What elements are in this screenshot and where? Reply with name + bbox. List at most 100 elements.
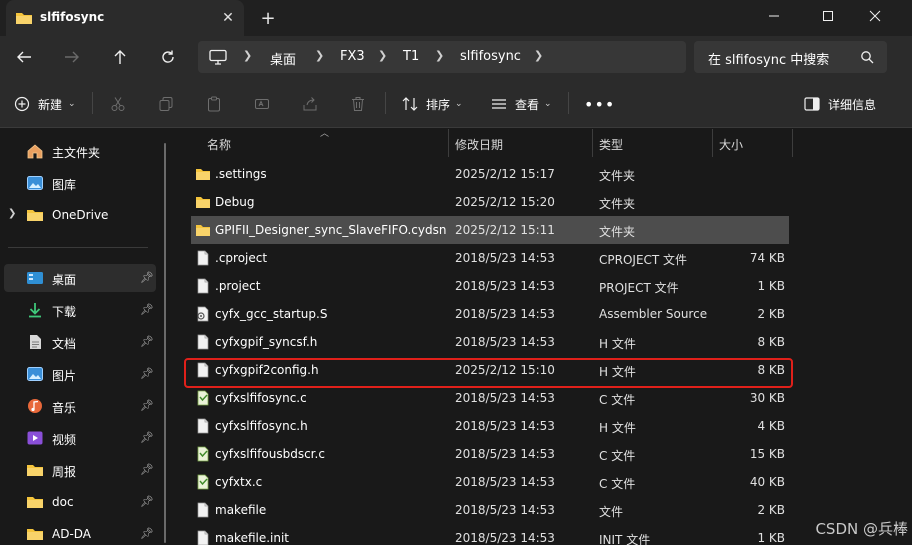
breadcrumb-fx3[interactable]: FX3: [340, 49, 365, 64]
pin-icon[interactable]: 📌︎: [140, 335, 154, 348]
file-type: Assembler Source: [599, 307, 708, 321]
share-icon[interactable]: [302, 92, 318, 116]
rename-icon[interactable]: [254, 92, 270, 116]
chevron-right-icon[interactable]: ❯: [534, 49, 543, 62]
search-icon[interactable]: [860, 50, 874, 67]
address-bar[interactable]: ❯ 桌面 ❯ FX3 ❯ T1 ❯ slfifosync ❯: [198, 41, 686, 73]
file-row[interactable]: cyfxslfifosync.c 2018/5/23 14:53 C 文件 30 KB: [191, 384, 789, 412]
file-row[interactable]: cyfxtx.c 2018/5/23 14:53 C 文件 40 KB: [191, 468, 789, 496]
breadcrumb-slfifosync[interactable]: slfifosync: [460, 49, 521, 64]
file-row[interactable]: .project 2018/5/23 14:53 PROJECT 文件 1 KB: [191, 272, 789, 300]
file-date: 2018/5/23 14:53: [455, 335, 555, 349]
column-type-header[interactable]: 类型: [599, 136, 623, 153]
command-bar: 新建 ⌄ 排序 ⌄ 查看 ⌄ ••• 详细信息: [0, 78, 912, 128]
sidebar-item-ad-da[interactable]: AD-DA 📌︎: [0, 520, 158, 545]
file-row[interactable]: .cproject 2018/5/23 14:53 CPROJECT 文件 74 KB: [191, 244, 789, 272]
column-date-header[interactable]: 修改日期: [455, 136, 503, 153]
file-name: cyfxslfifosync.h: [215, 419, 308, 433]
file-row[interactable]: makefile 2018/5/23 14:53 文件 2 KB: [191, 496, 789, 524]
file-icon: [195, 362, 211, 378]
file-name: GPIFII_Designer_sync_SlaveFIFO.cydsn: [215, 223, 447, 237]
new-button[interactable]: 新建 ⌄: [14, 92, 76, 116]
file-row[interactable]: cyfxslfifosync.h 2018/5/23 14:53 H 文件 4 KB: [191, 412, 789, 440]
column-divider[interactable]: [592, 129, 593, 157]
file-row[interactable]: cyfx_gcc_startup.S 2018/5/23 14:53 Assembl…: [191, 300, 789, 328]
sidebar-item-documents[interactable]: 文档 📌︎: [0, 328, 158, 356]
column-name-header[interactable]: 名称: [207, 136, 231, 153]
breadcrumb-t1[interactable]: T1: [403, 49, 419, 64]
forward-arrow-icon[interactable]: [57, 43, 87, 71]
pin-icon[interactable]: 📌︎: [140, 463, 154, 476]
delete-icon[interactable]: [350, 92, 366, 116]
chevron-right-icon[interactable]: ❯: [315, 49, 324, 62]
pin-icon[interactable]: 📌︎: [140, 303, 154, 316]
file-row[interactable]: cyfxslfifousbdscr.c 2018/5/23 14:53 C 文件 15…: [191, 440, 789, 468]
file-name: cyfxgpif2config.h: [215, 363, 319, 377]
file-type: 文件夹: [599, 197, 636, 211]
file-row[interactable]: makefile.init 2018/5/23 14:53 INIT 文件 1 KB: [191, 524, 789, 545]
sidebar-item-doc[interactable]: doc 📌︎: [0, 488, 158, 516]
refresh-icon[interactable]: [153, 43, 183, 71]
plus-circle-icon: [14, 96, 30, 112]
sidebar-scrollbar[interactable]: [164, 143, 166, 543]
column-size-header[interactable]: 大小: [719, 136, 743, 153]
chevron-right-icon[interactable]: ❯: [378, 49, 387, 62]
pin-icon[interactable]: 📌︎: [140, 527, 154, 540]
more-options-icon[interactable]: •••: [584, 92, 615, 116]
sidebar-item-videos[interactable]: 视频 📌︎: [0, 424, 158, 452]
folder-icon: [26, 526, 44, 542]
pin-icon[interactable]: 📌︎: [140, 399, 154, 412]
sidebar-item-downloads[interactable]: 下载 📌︎: [0, 296, 158, 324]
cut-icon[interactable]: [110, 92, 126, 116]
file-icon: [195, 530, 211, 545]
pin-icon[interactable]: 📌︎: [140, 431, 154, 444]
pin-icon[interactable]: 📌︎: [140, 367, 154, 380]
file-icon: [195, 278, 211, 294]
sidebar-item-desktop[interactable]: 桌面 📌︎: [4, 264, 156, 292]
close-icon[interactable]: ✕: [216, 6, 240, 30]
file-row[interactable]: Debug 2025/2/12 15:20 文件夹: [191, 188, 789, 216]
chevron-right-icon[interactable]: ❯: [435, 49, 444, 62]
sort-button[interactable]: 排序 ⌄: [402, 92, 463, 116]
file-row[interactable]: cyfxgpif_syncsf.h 2018/5/23 14:53 H 文件 8 KB: [191, 328, 789, 356]
maximize-icon[interactable]: [805, 0, 851, 32]
sidebar-item-gallery[interactable]: 图库: [0, 169, 158, 197]
search-input[interactable]: 在 slfifosync 中搜索: [708, 49, 829, 68]
file-name: makefile.init: [215, 531, 290, 545]
file-row[interactable]: .settings 2025/2/12 15:17 文件夹: [191, 160, 789, 188]
view-button[interactable]: 查看 ⌄: [491, 92, 552, 116]
chevron-right-icon[interactable]: ❯: [8, 208, 16, 219]
pin-icon[interactable]: 📌︎: [140, 271, 154, 284]
back-arrow-icon[interactable]: [9, 43, 39, 71]
file-type: C 文件: [599, 449, 636, 463]
file-row[interactable]: cyfxgpif2config.h 2025/2/12 15:10 H 文件 8 KB: [191, 356, 789, 384]
window-close-icon[interactable]: [852, 0, 898, 32]
breadcrumb-desktop[interactable]: 桌面: [270, 49, 296, 68]
file-row[interactable]: GPIFII_Designer_sync_SlaveFIFO.cydsn 2025…: [191, 216, 789, 244]
sidebar-item-label: 文档: [52, 337, 77, 351]
file-size: 15 KB: [749, 447, 785, 461]
chevron-right-icon[interactable]: ❯: [243, 49, 252, 62]
file-date: 2018/5/23 14:53: [455, 531, 555, 545]
plus-icon[interactable]: +: [256, 6, 280, 30]
column-divider[interactable]: [792, 129, 793, 157]
sidebar-item-weekly-report[interactable]: 周报 📌︎: [0, 456, 158, 484]
sidebar-item-pictures[interactable]: 图片 📌︎: [0, 360, 158, 388]
file-date: 2025/2/12 15:10: [455, 363, 555, 377]
paste-icon[interactable]: [206, 92, 222, 116]
details-button[interactable]: 详细信息: [804, 92, 876, 116]
sidebar-item-music[interactable]: 音乐 📌︎: [0, 392, 158, 420]
minimize-icon[interactable]: [751, 0, 797, 32]
column-divider[interactable]: [448, 129, 449, 157]
sidebar-item-onedrive[interactable]: ❯ OneDrive: [0, 201, 158, 229]
sidebar-item-label: 下载: [52, 305, 77, 319]
sidebar-item-home[interactable]: 主文件夹: [0, 137, 158, 165]
computer-icon[interactable]: [209, 49, 227, 68]
search-box[interactable]: 在 slfifosync 中搜索: [694, 41, 887, 73]
tab-slfifosync[interactable]: slfifosync ✕: [6, 0, 244, 36]
copy-icon[interactable]: [158, 92, 174, 116]
file-date: 2018/5/23 14:53: [455, 251, 555, 265]
up-arrow-icon[interactable]: [105, 43, 135, 71]
pin-icon[interactable]: 📌︎: [140, 495, 154, 508]
column-divider[interactable]: [712, 129, 713, 157]
